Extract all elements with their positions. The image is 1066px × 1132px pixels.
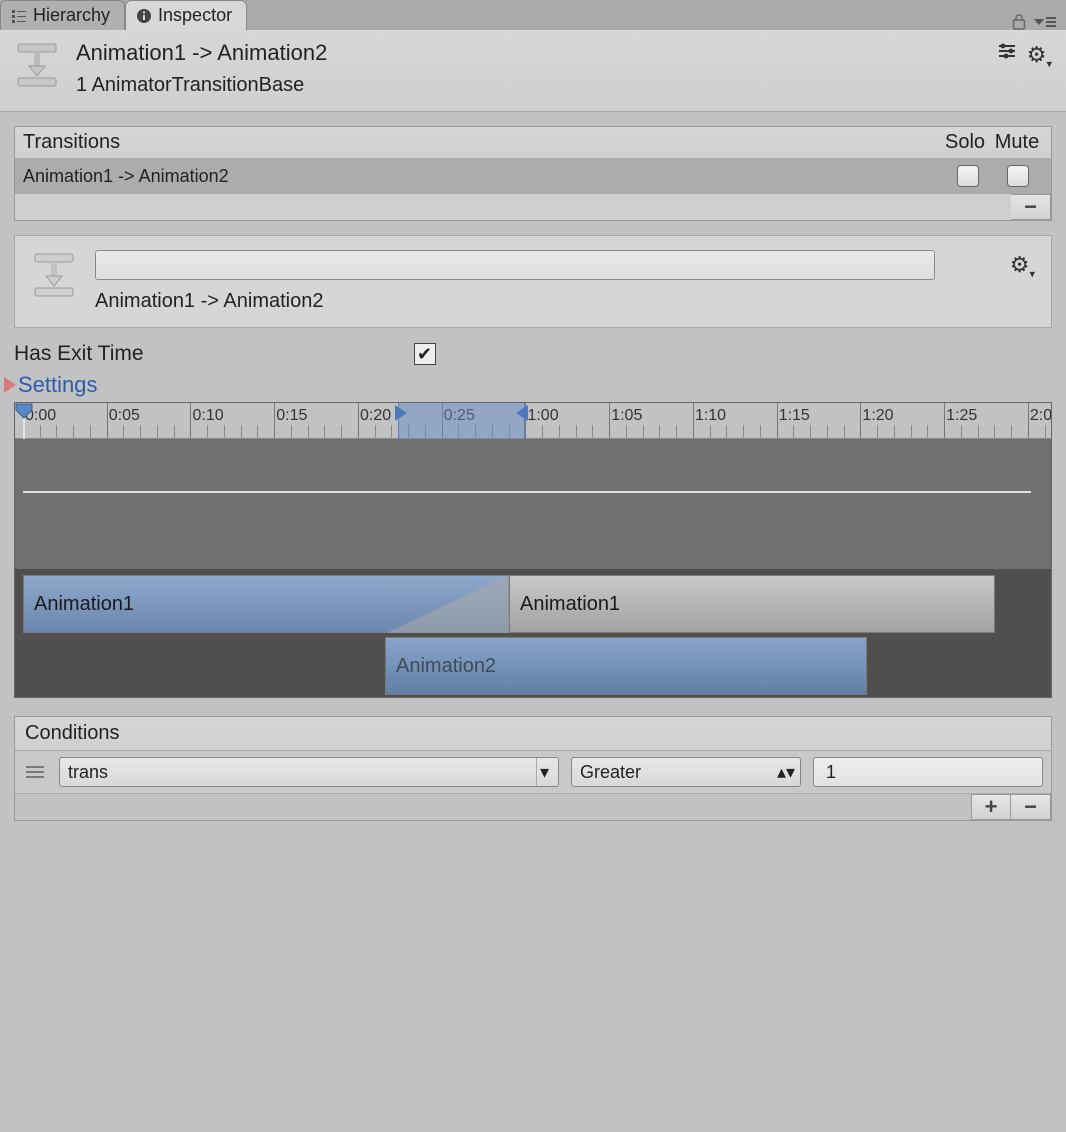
solo-col-header: Solo xyxy=(939,131,991,154)
clip-label: Animation2 xyxy=(396,655,496,678)
condition-value-input[interactable]: 1 xyxy=(813,757,1043,787)
ruler-tick-label: 1:05 xyxy=(611,407,642,425)
condition-value: 1 xyxy=(822,762,1034,783)
gear-icon[interactable]: ⚙▾ xyxy=(1010,252,1035,280)
preset-icon[interactable] xyxy=(997,42,1017,60)
transition-icon xyxy=(14,40,60,90)
clips-area: Animation1 Animation1 Animation2 xyxy=(15,569,1051,697)
condition-param-value: trans xyxy=(68,762,108,783)
settings-label: Settings xyxy=(18,372,98,398)
has-exit-time-label: Has Exit Time xyxy=(14,342,144,366)
ruler-tick-label: 2:00 xyxy=(1030,407,1051,425)
tab-hierarchy[interactable]: Hierarchy xyxy=(0,0,125,30)
ruler-tick-label: 0:20 xyxy=(360,407,391,425)
ruler-tick-label: 0:05 xyxy=(109,407,140,425)
source-clip-loop[interactable]: Animation1 xyxy=(509,575,995,633)
gear-icon[interactable]: ⚙▾ xyxy=(1027,42,1052,70)
ruler-tick-label: 1:15 xyxy=(779,407,810,425)
header-subtitle: 1 AnimatorTransitionBase xyxy=(76,74,1052,97)
transition-row-label: Animation1 -> Animation2 xyxy=(23,166,229,187)
condition-op-value: Greater xyxy=(580,762,641,783)
transition-timeline[interactable]: 0:000:050:100:150:200:251:001:051:101:15… xyxy=(14,402,1052,698)
conditions-footer: + − xyxy=(15,793,1051,820)
panel-menu-icon[interactable] xyxy=(1034,17,1056,27)
transition-icon xyxy=(31,250,77,300)
transition-detail-label: Animation1 -> Animation2 xyxy=(95,290,1035,313)
clip-label: Animation1 xyxy=(520,593,620,616)
remove-transition-button[interactable]: − xyxy=(1011,194,1051,220)
drag-handle-icon[interactable] xyxy=(23,766,47,778)
source-clip[interactable]: Animation1 xyxy=(23,575,509,633)
ruler-tick-label: 1:00 xyxy=(527,407,558,425)
condition-operator-dropdown[interactable]: Greater ▴▾ xyxy=(571,757,801,787)
updown-icon: ▴▾ xyxy=(778,758,794,786)
curve-area xyxy=(15,439,1051,569)
mute-checkbox[interactable] xyxy=(1007,165,1029,187)
timeline-ruler[interactable]: 0:000:050:100:150:200:251:001:051:101:15… xyxy=(15,403,1051,439)
transition-row[interactable]: Animation1 -> Animation2 xyxy=(15,159,1051,193)
destination-clip[interactable]: Animation2 xyxy=(385,637,867,695)
tab-label: Inspector xyxy=(158,5,232,26)
tab-inspector[interactable]: Inspector xyxy=(125,0,247,30)
hierarchy-icon xyxy=(11,8,27,24)
clip-label: Animation1 xyxy=(34,593,134,616)
tab-bar: Hierarchy Inspector xyxy=(0,0,1066,30)
transition-detail: Animation1 -> Animation2 ⚙▾ xyxy=(14,235,1052,328)
has-exit-time-row: Has Exit Time ✔ xyxy=(14,342,1052,366)
settings-foldout[interactable]: Settings xyxy=(4,372,1066,398)
info-icon xyxy=(136,8,152,24)
conditions-heading: Conditions xyxy=(15,717,1051,751)
blend-end-marker-icon[interactable] xyxy=(514,405,528,421)
conditions-section: Conditions trans ▾ Greater ▴▾ 1 + − xyxy=(14,716,1052,821)
foldout-triangle-icon xyxy=(4,377,16,393)
transitions-header: Transitions Solo Mute xyxy=(15,127,1051,159)
blend-start-marker-icon[interactable] xyxy=(395,405,409,421)
chevron-down-icon: ▾ xyxy=(536,758,552,786)
ruler-tick-label: 1:25 xyxy=(946,407,977,425)
lock-icon[interactable] xyxy=(1012,14,1026,30)
transitions-heading: Transitions xyxy=(23,131,120,154)
mute-col-header: Mute xyxy=(991,131,1043,154)
has-exit-time-checkbox[interactable]: ✔ xyxy=(414,343,436,365)
condition-parameter-dropdown[interactable]: trans ▾ xyxy=(59,757,559,787)
transitions-section: Transitions Solo Mute Animation1 -> Anim… xyxy=(14,126,1052,221)
playhead-handle-icon[interactable] xyxy=(15,403,33,419)
inspector-header: Animation1 -> Animation2 1 AnimatorTrans… xyxy=(0,30,1066,112)
add-condition-button[interactable]: + xyxy=(971,794,1011,820)
remove-condition-button[interactable]: − xyxy=(1011,794,1051,820)
condition-row: trans ▾ Greater ▴▾ 1 xyxy=(15,751,1051,793)
ruler-tick-label: 0:10 xyxy=(192,407,223,425)
page-title: Animation1 -> Animation2 xyxy=(76,40,1052,66)
ruler-tick-label: 1:10 xyxy=(695,407,726,425)
transition-name-input[interactable] xyxy=(95,250,935,280)
transitions-footer: − xyxy=(15,193,1051,220)
ruler-tick-label: 0:15 xyxy=(276,407,307,425)
ruler-tick-label: 1:20 xyxy=(862,407,893,425)
solo-checkbox[interactable] xyxy=(957,165,979,187)
tab-label: Hierarchy xyxy=(33,5,110,26)
